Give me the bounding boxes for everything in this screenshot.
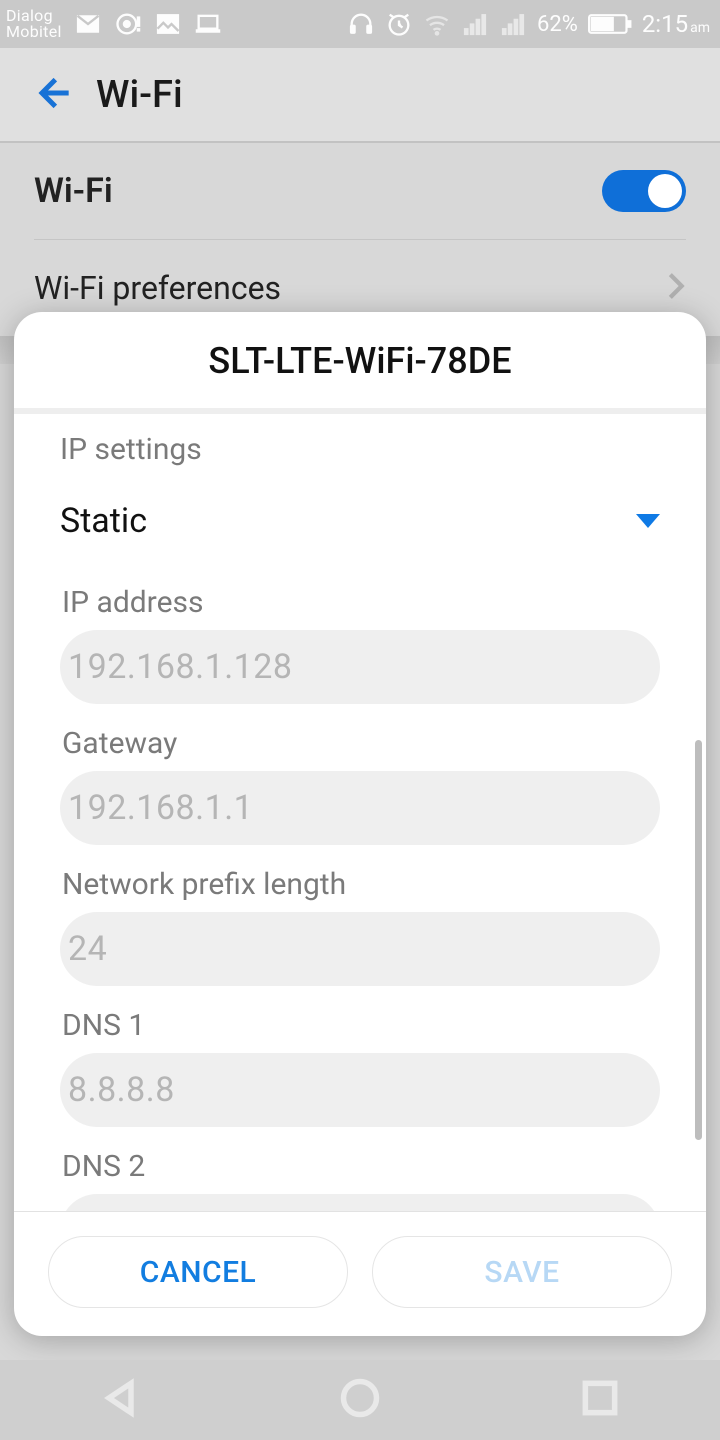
prefix-length-input[interactable]: 24 (60, 912, 660, 986)
alarm-icon (385, 10, 413, 38)
ip-settings-value: Static (60, 501, 147, 541)
android-nav-bar (0, 1360, 720, 1440)
image-icon (154, 10, 182, 38)
prefix-length-label: Network prefix length (62, 867, 660, 902)
page-title: Wi-Fi (96, 73, 183, 117)
wifi-icon (423, 10, 451, 38)
signal-1-icon (461, 10, 489, 38)
wifi-prefs-label: Wi-Fi preferences (34, 269, 281, 307)
dialog-body[interactable]: IP settings Static IP address 192.168.1.… (14, 414, 706, 1211)
gateway-input[interactable]: 192.168.1.1 (60, 771, 660, 845)
ip-address-input[interactable]: 192.168.1.128 (60, 630, 660, 704)
wifi-network-dialog: SLT-LTE-WiFi-78DE IP settings Static IP … (14, 312, 706, 1336)
nav-recent-button[interactable] (578, 1376, 622, 1424)
scroll-indicator[interactable] (695, 740, 702, 1140)
ip-settings-dropdown[interactable]: Static (60, 495, 660, 575)
dns2-input[interactable]: 8.8.4.4 (60, 1194, 660, 1211)
signal-2-icon (499, 10, 527, 38)
cancel-button[interactable]: CANCEL (48, 1236, 348, 1308)
gateway-label: Gateway (62, 726, 660, 761)
headphones-icon (347, 10, 375, 38)
wifi-toggle-row[interactable]: Wi-Fi (0, 143, 720, 239)
ip-settings-label: IP settings (60, 432, 660, 467)
dns2-label: DNS 2 (62, 1149, 660, 1184)
caret-down-icon (636, 514, 660, 528)
ip-address-label: IP address (62, 585, 660, 620)
battery-icon (588, 10, 632, 38)
status-bar: Dialog Mobitel 62% (0, 0, 720, 48)
dns1-input[interactable]: 8.8.8.8 (60, 1053, 660, 1127)
laptop-icon (194, 10, 222, 38)
clock: 2:15am (642, 10, 710, 38)
battery-percent: 62% (537, 12, 578, 37)
wifi-toggle[interactable] (602, 170, 686, 212)
mail-icon (74, 10, 102, 38)
dns1-label: DNS 1 (62, 1008, 660, 1043)
save-button[interactable]: SAVE (372, 1236, 672, 1308)
nav-back-button[interactable] (98, 1376, 142, 1424)
chevron-right-icon (666, 269, 686, 307)
wifi-row-label: Wi-Fi (34, 171, 113, 211)
nav-home-button[interactable] (338, 1376, 382, 1424)
carrier-label: Dialog Mobitel (6, 8, 62, 40)
disc-alert-icon (114, 10, 142, 38)
dialog-title: SLT-LTE-WiFi-78DE (14, 312, 706, 408)
back-arrow-icon[interactable] (32, 73, 72, 117)
